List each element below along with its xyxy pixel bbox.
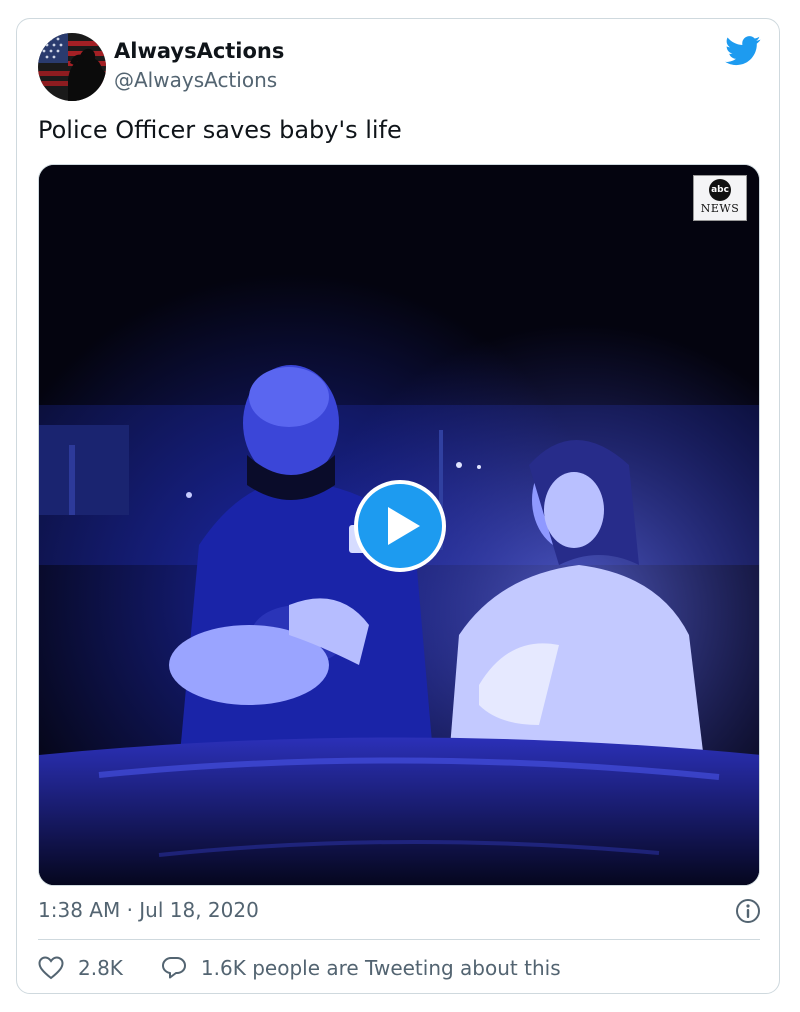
tweet-card: AlwaysActions @AlwaysActions Police Offi… (16, 18, 780, 994)
divider (38, 939, 760, 940)
like-count: 2.8K (78, 956, 123, 980)
tweet-actions: 2.8K 1.6K people are Tweeting about this (38, 953, 561, 983)
conversation-text: 1.6K people are Tweeting about this (200, 956, 561, 980)
like-button[interactable]: 2.8K (38, 956, 123, 980)
tweet-timestamp[interactable]: 1:38 AM · Jul 18, 2020 (38, 898, 259, 922)
abc-logo-text: abc (709, 179, 731, 201)
tweet-text: Police Officer saves baby's life (38, 116, 402, 144)
heart-icon (38, 956, 64, 980)
news-logo-text: NEWS (700, 202, 740, 215)
speech-bubble-icon (161, 957, 186, 979)
abc-news-logo: abc NEWS (693, 175, 747, 221)
author-handle[interactable]: @AlwaysActions (114, 68, 277, 92)
play-icon (388, 507, 420, 545)
conversation-link[interactable]: 1.6K people are Tweeting about this (161, 956, 561, 980)
info-icon[interactable] (735, 898, 761, 924)
play-button[interactable] (354, 480, 446, 572)
avatar[interactable] (38, 33, 106, 101)
author-name[interactable]: AlwaysActions (114, 39, 284, 63)
video-player[interactable]: abc NEWS (38, 164, 760, 886)
twitter-bird-icon[interactable] (725, 36, 761, 66)
